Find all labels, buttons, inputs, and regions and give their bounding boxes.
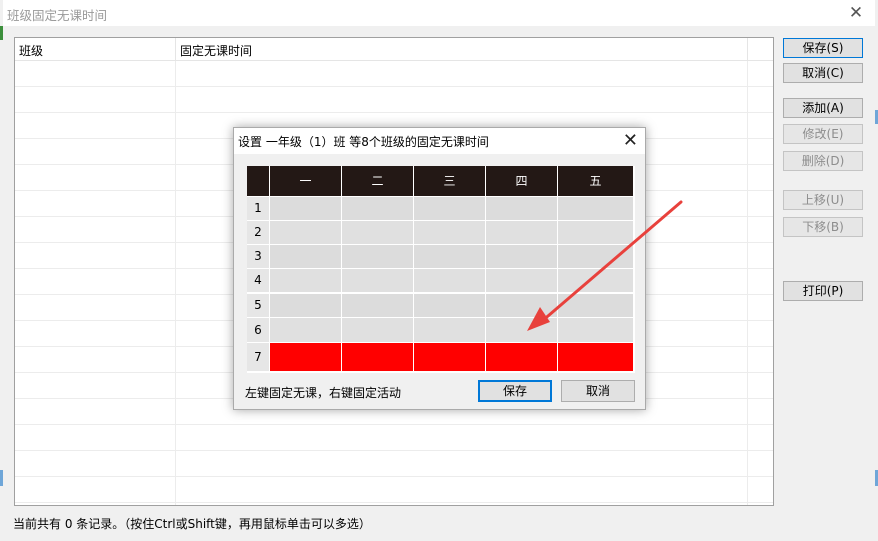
grid-line (15, 502, 773, 503)
period-header: 6 (247, 318, 269, 342)
timetable-slot[interactable] (414, 221, 485, 244)
period-header: 4 (247, 269, 269, 292)
timetable-slot[interactable] (270, 294, 341, 317)
timetable-slot[interactable] (486, 197, 557, 220)
period-header: 1 (247, 197, 269, 220)
column-divider[interactable] (175, 38, 176, 61)
timetable-slot[interactable] (414, 197, 485, 220)
timetable-slot[interactable] (270, 221, 341, 244)
timetable-slot[interactable] (270, 343, 341, 371)
timetable-corner (247, 166, 269, 196)
timetable-slot[interactable] (342, 245, 413, 268)
period-header: 7 (247, 343, 269, 371)
grid-line (15, 476, 773, 477)
timetable-slot[interactable] (270, 197, 341, 220)
grid-line (175, 61, 176, 505)
timetable-grid: 一二三四五 1234567 (247, 166, 635, 373)
grid-line (15, 86, 773, 87)
timetable-slot[interactable] (414, 318, 485, 342)
timetable-slot[interactable] (342, 343, 413, 371)
timetable-slot[interactable] (342, 221, 413, 244)
day-header: 四 (486, 166, 557, 196)
dialog-cancel-button[interactable]: 取消 (561, 380, 635, 402)
move-down-button[interactable]: 下移(B) (783, 217, 863, 237)
timetable-slot[interactable] (270, 318, 341, 342)
move-up-button[interactable]: 上移(U) (783, 190, 863, 210)
grid-line (15, 424, 773, 425)
timetable-slot[interactable] (558, 294, 633, 317)
add-button[interactable]: 添加(A) (783, 98, 863, 118)
timetable-slot[interactable] (486, 318, 557, 342)
dialog-save-button[interactable]: 保存 (478, 380, 552, 402)
timetable-slot[interactable] (558, 318, 633, 342)
timetable-slot[interactable] (414, 269, 485, 292)
dialog-hint: 左键固定无课，右键固定活动 (245, 386, 402, 400)
grid-line (747, 61, 748, 505)
timetable-slot[interactable] (270, 269, 341, 292)
column-divider[interactable] (747, 38, 748, 61)
timetable-slot[interactable] (486, 245, 557, 268)
list-header: 班级 固定无课时间 (15, 38, 773, 61)
dialog-title: 设置 一年级（1）班 等8个班级的固定无课时间 (238, 135, 489, 149)
timetable-slot[interactable] (270, 245, 341, 268)
status-text: 当前共有 0 条记录。（按住Ctrl或Shift键，再用鼠标单击可以多选） (13, 517, 371, 531)
fixed-free-time-dialog: 设置 一年级（1）班 等8个班级的固定无课时间 ✕ 一二三四五 1234567 左… (233, 127, 646, 410)
column-header-free-time[interactable]: 固定无课时间 (180, 42, 252, 59)
timetable-slot[interactable] (486, 294, 557, 317)
timetable-slot[interactable] (486, 343, 557, 371)
day-header: 一 (270, 166, 341, 196)
timetable-slot[interactable] (558, 197, 633, 220)
day-header: 二 (342, 166, 413, 196)
day-header: 五 (558, 166, 633, 196)
timetable-slot[interactable] (414, 245, 485, 268)
period-header: 2 (247, 221, 269, 244)
timetable-slot[interactable] (558, 221, 633, 244)
timetable-slot[interactable] (342, 294, 413, 317)
close-icon[interactable]: ✕ (847, 3, 865, 23)
close-icon[interactable]: ✕ (623, 130, 638, 151)
grid-line (15, 112, 773, 113)
period-header: 3 (247, 245, 269, 268)
edit-button[interactable]: 修改(E) (783, 124, 863, 144)
main-titlebar: 班级固定无课时间 ✕ (3, 0, 875, 26)
timetable-slot[interactable] (558, 269, 633, 292)
save-button[interactable]: 保存(S) (783, 38, 863, 58)
timetable-slot[interactable] (342, 269, 413, 292)
timetable-slot[interactable] (342, 197, 413, 220)
window-title: 班级固定无课时间 (7, 8, 108, 23)
delete-button[interactable]: 删除(D) (783, 151, 863, 171)
day-header: 三 (414, 166, 485, 196)
column-header-class[interactable]: 班级 (19, 42, 43, 59)
timetable-slot[interactable] (558, 343, 633, 371)
timetable-slot[interactable] (342, 318, 413, 342)
timetable-slot[interactable] (486, 221, 557, 244)
timetable-slot[interactable] (486, 269, 557, 292)
timetable-slot[interactable] (414, 294, 485, 317)
timetable-slot[interactable] (558, 245, 633, 268)
dialog-titlebar: 设置 一年级（1）班 等8个班级的固定无课时间 ✕ (234, 128, 645, 154)
grid-line (15, 450, 773, 451)
cancel-button[interactable]: 取消(C) (783, 63, 863, 83)
timetable-slot[interactable] (414, 343, 485, 371)
period-header: 5 (247, 294, 269, 317)
print-button[interactable]: 打印(P) (783, 281, 863, 301)
